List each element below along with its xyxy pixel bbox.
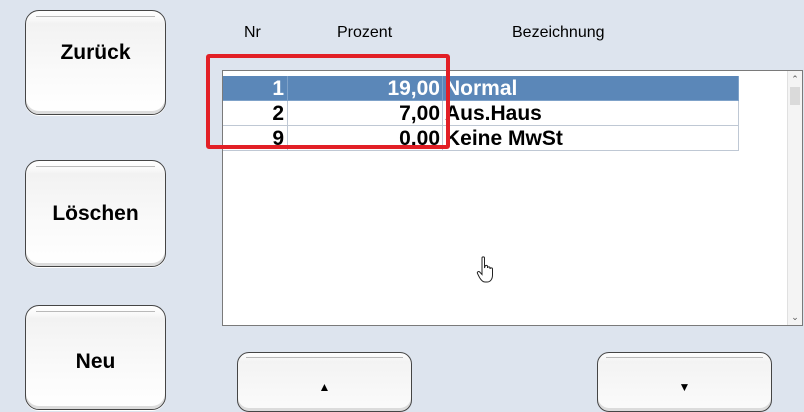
column-header-nr: Nr <box>244 24 261 41</box>
back-button-label: Zurück <box>60 40 131 64</box>
cell-nr: 1 <box>223 76 288 101</box>
new-button-label: Neu <box>75 349 116 373</box>
back-button[interactable]: Zurück <box>25 10 166 115</box>
cell-name: Normal <box>443 76 739 101</box>
table-row[interactable]: 2 7,00 Aus.Haus <box>223 101 739 126</box>
scroll-up-icon[interactable]: ⌃ <box>788 73 802 85</box>
cell-name: Keine MwSt <box>443 126 739 151</box>
table-row[interactable]: 1 19,00 Normal <box>223 76 739 101</box>
move-down-button[interactable]: ▼ <box>597 352 772 412</box>
move-up-button[interactable]: ▲ <box>237 352 412 412</box>
cell-nr: 2 <box>223 101 288 126</box>
cell-name: Aus.Haus <box>443 101 739 126</box>
vertical-scrollbar[interactable]: ⌃ ⌄ <box>787 71 802 325</box>
scroll-down-icon[interactable]: ⌄ <box>788 311 802 323</box>
cell-nr: 9 <box>223 126 288 151</box>
table-row[interactable]: 9 0,00 Keine MwSt <box>223 126 739 151</box>
cell-percent: 19,00 <box>288 76 443 101</box>
cell-percent: 7,00 <box>288 101 443 126</box>
arrow-up-icon: ▲ <box>318 380 331 394</box>
column-header-percent: Prozent <box>337 24 393 41</box>
delete-button[interactable]: Löschen <box>25 160 166 267</box>
tax-rate-table[interactable]: 1 19,00 Normal 2 7,00 Aus.Haus 9 0,00 Ke… <box>222 70 803 326</box>
column-header-name: Bezeichnung <box>512 24 605 41</box>
cell-percent: 0,00 <box>288 126 443 151</box>
scroll-thumb[interactable] <box>790 87 800 105</box>
delete-button-label: Löschen <box>52 201 139 225</box>
hand-cursor-icon <box>476 256 493 283</box>
new-button[interactable]: Neu <box>25 305 166 410</box>
arrow-down-icon: ▼ <box>678 380 691 394</box>
